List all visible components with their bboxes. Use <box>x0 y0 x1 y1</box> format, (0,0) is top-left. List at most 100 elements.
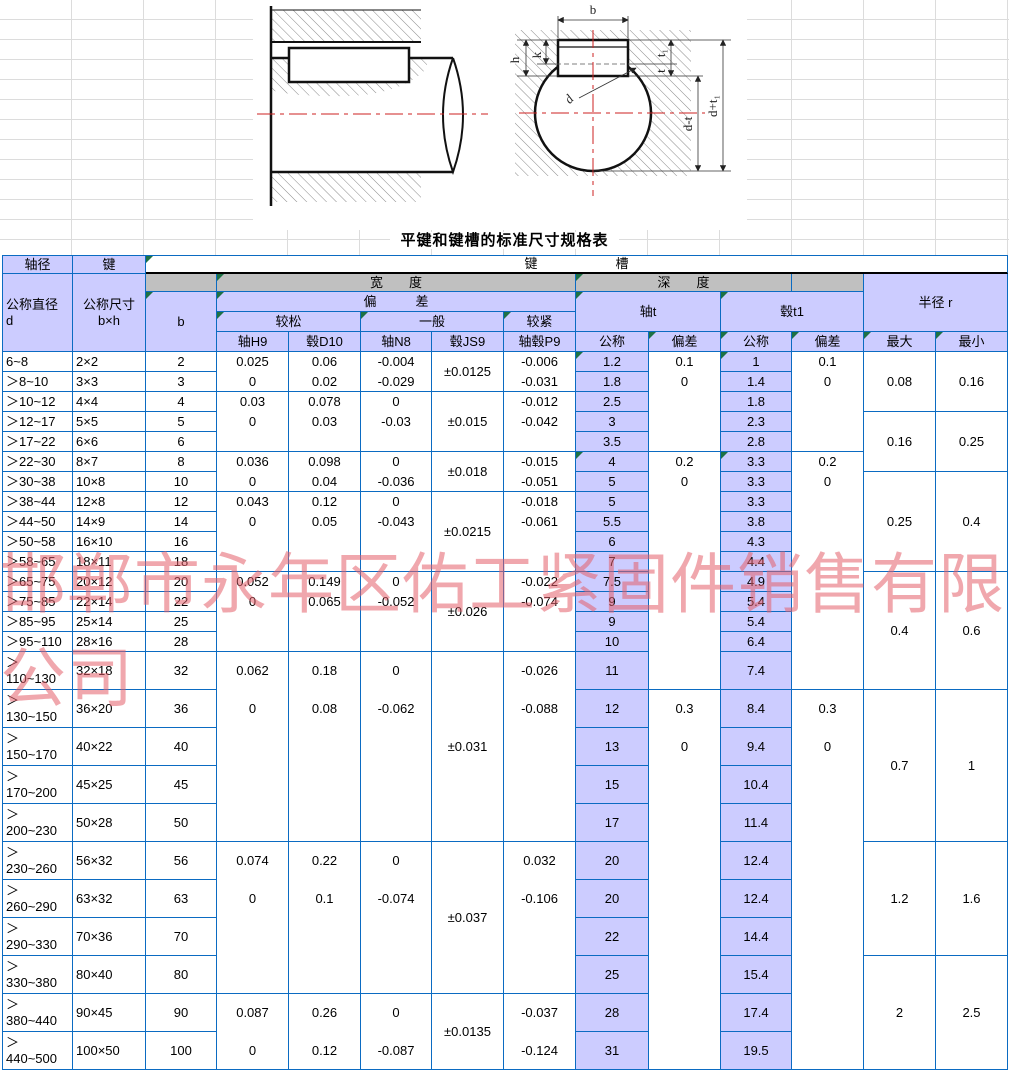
t-nominal-cell: 5.5 <box>576 512 649 532</box>
header-shaft-hub-P9: 轴毂P9 <box>504 332 576 352</box>
tol-p9-cell: -0.022 -0.074 <box>504 572 576 652</box>
d-range-cell: ＞50~58 <box>3 532 73 552</box>
tol-d10-cell: 0.22 0.1 <box>289 842 361 994</box>
t1-nominal-cell: 3.8 <box>721 512 792 532</box>
header-hub-JS9: 毂JS9 <box>432 332 504 352</box>
tol-d10-cell: 0.06 0.02 <box>289 352 361 392</box>
tol-d10-cell: 0.12 0.05 <box>289 492 361 572</box>
tol-n8-cell: 0 -0.074 <box>361 842 432 994</box>
header-hub-t1: 毂t1 <box>721 292 864 332</box>
page-title: 平键和键槽的标准尺寸规格表 <box>0 229 1009 250</box>
dim-d-plus-t1-label: d+t₁ <box>705 95 720 117</box>
t1-nominal-cell: 3.3 <box>721 472 792 492</box>
t1-nominal-cell: 1.8 <box>721 392 792 412</box>
t1-deviation-cell: 0.3 0 <box>792 690 864 1070</box>
b-cell: 36 <box>146 690 217 728</box>
radius-max-cell: 2 <box>864 956 936 1070</box>
tol-h9-cell: 0.074 0 <box>217 842 289 994</box>
b-cell: 16 <box>146 532 217 552</box>
tol-n8-cell: 0 -0.036 <box>361 452 432 492</box>
b-cell: 14 <box>146 512 217 532</box>
header-nominal-diameter: 公称直径 d <box>3 274 73 352</box>
b-cell: 63 <box>146 880 217 918</box>
tol-n8-cell: 0 -0.03 <box>361 392 432 452</box>
t1-deviation-cell: 0.2 0 <box>792 452 864 690</box>
d-range-cell: ＞12~17 <box>3 412 73 432</box>
t1-nominal-cell: 4.3 <box>721 532 792 552</box>
d-range-cell: ＞58~65 <box>3 552 73 572</box>
t-nominal-cell: 5 <box>576 492 649 512</box>
key-size-cell: 63×32 <box>73 880 146 918</box>
d-range-cell: ＞8~10 <box>3 372 73 392</box>
tol-js9-cell: ±0.0215 <box>432 492 504 572</box>
tol-h9-cell: 0.036 0 <box>217 452 289 492</box>
key-size-cell: 56×32 <box>73 842 146 880</box>
tol-p9-cell: -0.015 -0.051 <box>504 452 576 492</box>
t-nominal-cell: 22 <box>576 918 649 956</box>
key-size-cell: 14×9 <box>73 512 146 532</box>
b-cell: 18 <box>146 552 217 572</box>
radius-min-cell: 1 <box>936 690 1008 842</box>
key-size-cell: 18×11 <box>73 552 146 572</box>
t1-nominal-cell: 4.9 <box>721 572 792 592</box>
header-shaft-N8: 轴N8 <box>361 332 432 352</box>
tol-h9-cell: 0.062 0 <box>217 652 289 842</box>
radius-max-cell: 0.08 <box>864 352 936 412</box>
key-size-cell: 12×8 <box>73 492 146 512</box>
tol-d10-cell: 0.149 0.065 <box>289 572 361 652</box>
t1-nominal-cell: 7.4 <box>721 652 792 690</box>
key-size-cell: 6×6 <box>73 432 146 452</box>
dim-t1-label: t₁ <box>653 49 668 57</box>
t-nominal-cell: 5 <box>576 472 649 492</box>
b-cell: 20 <box>146 572 217 592</box>
key-size-cell: 16×10 <box>73 532 146 552</box>
header-normal-fit: 一般 <box>361 312 504 332</box>
b-cell: 80 <box>146 956 217 994</box>
d-range-cell: ＞22~30 <box>3 452 73 472</box>
d-range-cell: ＞75~85 <box>3 592 73 612</box>
d-range-cell: ＞ 230~260 <box>3 842 73 880</box>
tol-h9-cell: 0.052 0 <box>217 572 289 652</box>
t1-nominal-cell: 1.4 <box>721 372 792 392</box>
tol-p9-cell: -0.026 -0.088 <box>504 652 576 842</box>
t-deviation-cell: 0.1 0 <box>649 352 721 452</box>
t-nominal-cell: 11 <box>576 652 649 690</box>
header-tight-fit: 较紧 <box>504 312 576 332</box>
header-r-max: 最大 <box>864 332 936 352</box>
d-range-cell: ＞ 110~130 <box>3 652 73 690</box>
t-nominal-cell: 3 <box>576 412 649 432</box>
key-size-cell: 22×14 <box>73 592 146 612</box>
header-depth-spacer <box>792 274 864 292</box>
t-nominal-cell: 12 <box>576 690 649 728</box>
d-range-cell: ＞30~38 <box>3 472 73 492</box>
header-shaft-t: 轴t <box>576 292 721 332</box>
tol-n8-cell: 0 -0.062 <box>361 652 432 842</box>
b-cell: 56 <box>146 842 217 880</box>
t-nominal-cell: 9 <box>576 612 649 632</box>
b-cell: 6 <box>146 432 217 452</box>
header-radius-r: 半径 r <box>864 274 1008 332</box>
key-size-cell: 5×5 <box>73 412 146 432</box>
d-range-cell: ＞ 200~230 <box>3 804 73 842</box>
tol-js9-cell: ±0.018 <box>432 452 504 492</box>
header-t-deviation: 偏差 <box>649 332 721 352</box>
header-t-nominal: 公称 <box>576 332 649 352</box>
radius-max-cell: 0.16 <box>864 412 936 472</box>
t-nominal-cell: 17 <box>576 804 649 842</box>
dim-b-label: b <box>590 2 597 17</box>
d-range-cell: ＞ 380~440 <box>3 994 73 1032</box>
d-range-cell: ＞ 150~170 <box>3 728 73 766</box>
t-nominal-cell: 10 <box>576 632 649 652</box>
key-size-cell: 10×8 <box>73 472 146 492</box>
t1-nominal-cell: 15.4 <box>721 956 792 994</box>
header-width-group: 宽 度 <box>217 274 576 292</box>
d-range-cell: ＞ 440~500 <box>3 1032 73 1070</box>
header-keyway-group: 键 槽 <box>146 256 1008 274</box>
key-size-cell: 4×4 <box>73 392 146 412</box>
radius-max-cell: 0.7 <box>864 690 936 842</box>
d-range-cell: ＞ 290~330 <box>3 918 73 956</box>
header-width-spacer <box>146 274 217 292</box>
header-hub-D10: 毂D10 <box>289 332 361 352</box>
tol-d10-cell: 0.078 0.03 <box>289 392 361 452</box>
b-cell: 5 <box>146 412 217 432</box>
